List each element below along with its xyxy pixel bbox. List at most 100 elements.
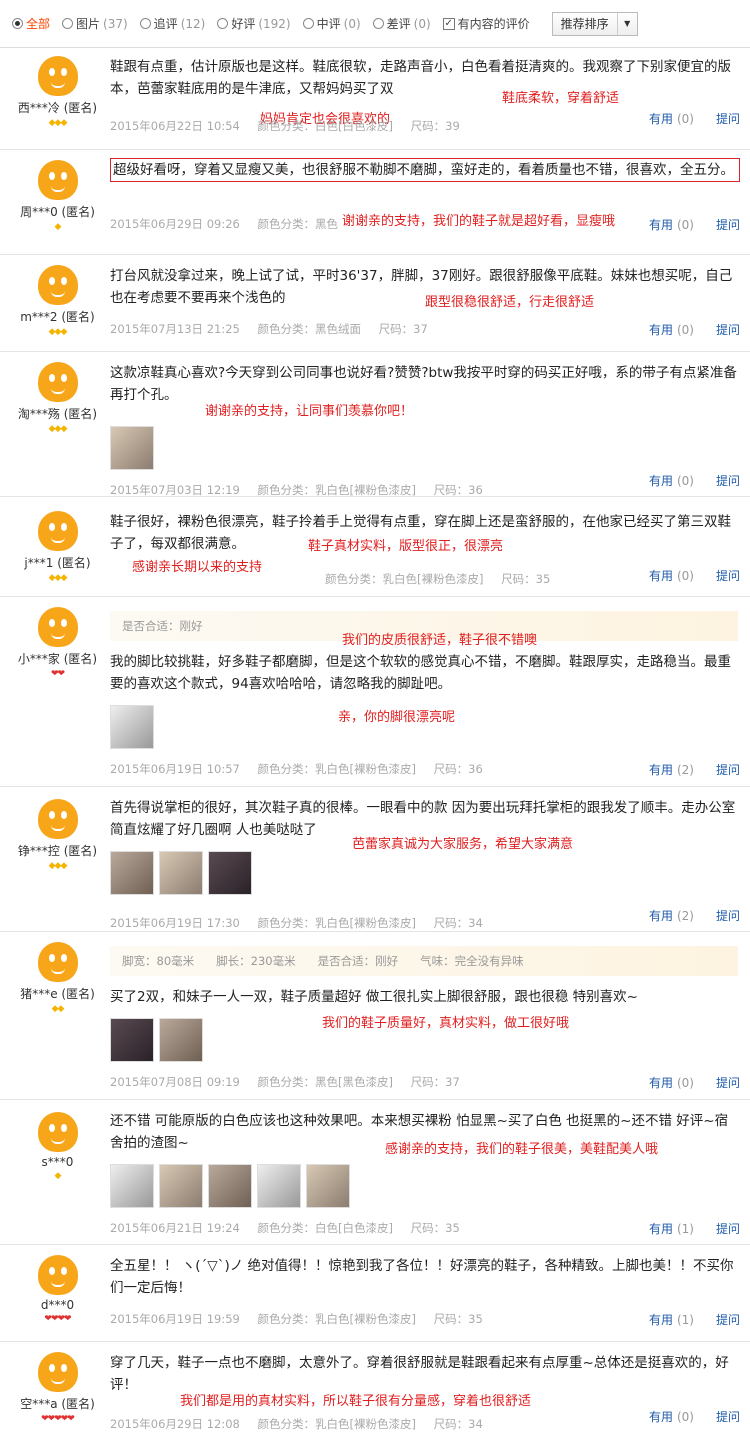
- review-photo[interactable]: [306, 1164, 350, 1208]
- filter-followup[interactable]: 追评 (12): [139, 15, 205, 32]
- review-item: 铮***控 (匿名) ◆◆◆ 首先得说掌柜的很好，其次鞋子真的很棒。一眼看中的款…: [0, 787, 750, 932]
- radio-icon[interactable]: [139, 18, 151, 29]
- useful-button[interactable]: 有用: [649, 474, 673, 488]
- useful-button[interactable]: 有用: [649, 763, 673, 777]
- ask-button[interactable]: 提问: [716, 323, 740, 337]
- avatar: [37, 56, 78, 96]
- ask-button[interactable]: 提问: [716, 909, 740, 923]
- useful-button[interactable]: 有用: [649, 909, 673, 923]
- seller-annotation: 我们的鞋子质量好，真材实料，做工很好哦: [322, 1016, 570, 1031]
- ask-button[interactable]: 提问: [716, 1410, 740, 1424]
- ask-button[interactable]: 提问: [716, 112, 740, 126]
- attr-foot-length: 脚长：230毫米: [216, 954, 296, 968]
- review-content: 鞋子很好，裸粉色很漂亮，鞋子拎着手上觉得有点重，穿在脚上还是蛮舒服的，在他家已经…: [110, 511, 740, 586]
- color-spec: 颜色分类：黑色[黑色漆皮]: [257, 1075, 393, 1089]
- size-spec: 尺码：39: [410, 119, 460, 133]
- review-meta: 2015年06月19日 19:59 颜色分类：乳白色[裸粉色漆皮] 尺码：35: [110, 1311, 497, 1327]
- reviewer: 周***0 (匿名) ◆: [0, 160, 115, 232]
- sort-dropdown[interactable]: 推荐排序 ▼: [551, 11, 638, 36]
- filter-all[interactable]: 全部: [12, 15, 50, 32]
- review-actions: 有用 (2) 提问: [649, 761, 740, 778]
- credit-badge-icon: ◆◆◆: [48, 573, 68, 583]
- review-photo[interactable]: [159, 1018, 203, 1062]
- review-photo[interactable]: [208, 1164, 252, 1208]
- seller-annotation: 鞋子真材实料，版型很正，很漂亮: [308, 539, 504, 554]
- seller-annotation: 芭蕾家真诚为大家服务，希望大家满意: [352, 837, 574, 852]
- review-actions: 有用 (0) 提问: [649, 216, 740, 233]
- review-actions: 有用 (0) 提问: [649, 1408, 740, 1425]
- attr-smell: 气味：完全没有异味: [420, 954, 524, 968]
- review-photos: [110, 851, 257, 895]
- ask-button[interactable]: 提问: [716, 763, 740, 777]
- credit-badge-icon: ◆◆◆: [48, 424, 68, 434]
- ask-button[interactable]: 提问: [716, 1222, 740, 1236]
- useful-button[interactable]: 有用: [649, 323, 673, 337]
- review-content: 穿了几天，鞋子一点也不磨脚，太意外了。穿着很舒服就是鞋跟看起来有点厚重~总体还是…: [110, 1352, 740, 1431]
- useful-button[interactable]: 有用: [649, 1410, 673, 1424]
- seller-annotation: 谢谢亲的支持，让同事们羡慕你吧！: [205, 404, 414, 419]
- credit-badge-icon: ◆◆◆: [48, 327, 68, 337]
- review-item: s***0 ◆ 还不错 可能原版的白色应该也这种效果吧。本来想买裸粉 怕显黑~买…: [0, 1100, 750, 1245]
- review-content: 鞋跟有点重，估计原版也是这样。鞋底很软，走路声音小，白色看着挺清爽的。我观察了下…: [110, 56, 740, 133]
- useful-button[interactable]: 有用: [649, 569, 673, 583]
- filter-negative[interactable]: 差评 (0): [372, 15, 431, 32]
- radio-icon[interactable]: [62, 18, 74, 29]
- filter-images[interactable]: 图片 (37): [62, 15, 128, 32]
- review-text: 买了2双，和妹子一人一双，鞋子质量超好 做工很扎实上脚很舒服，跟也很稳 特别喜欢…: [110, 989, 638, 1005]
- filter-with-content[interactable]: ✓ 有内容的评价: [442, 15, 530, 32]
- sort-label: 推荐排序: [560, 17, 609, 31]
- review-actions: 有用 (0) 提问: [649, 110, 740, 127]
- review-photo[interactable]: [110, 426, 154, 470]
- review-photo[interactable]: [110, 1018, 154, 1062]
- reviewer-name: 周***0 (匿名): [20, 205, 95, 219]
- credit-badge-icon: ❤❤: [50, 669, 65, 679]
- useful-button[interactable]: 有用: [649, 112, 673, 126]
- review-photo[interactable]: [208, 851, 252, 895]
- review-meta: 2015年06月21日 19:24 颜色分类：白色[白色漆皮] 尺码：35: [110, 1220, 474, 1236]
- color-spec: 颜色分类：乳白色[裸粉色漆皮]: [257, 1417, 416, 1431]
- credit-badge-icon: ◆◆: [51, 1004, 65, 1014]
- filter-positive[interactable]: 好评 (192): [217, 15, 291, 32]
- reviewer: 空***a (匿名) ❤❤❤❤❤: [0, 1352, 115, 1424]
- ask-button[interactable]: 提问: [716, 1076, 740, 1090]
- radio-icon[interactable]: [302, 18, 314, 29]
- useful-button[interactable]: 有用: [649, 1222, 673, 1236]
- chevron-down-icon: ▼: [616, 12, 637, 35]
- size-spec: 尺码：35: [501, 572, 551, 586]
- attr-fit: 是否合适：刚好: [122, 619, 203, 633]
- useful-button[interactable]: 有用: [649, 218, 673, 232]
- ask-button[interactable]: 提问: [716, 569, 740, 583]
- radio-icon[interactable]: [12, 18, 23, 29]
- useful-count: (1): [676, 1313, 694, 1327]
- reviewer: 铮***控 (匿名) ◆◆◆: [0, 799, 115, 871]
- checkbox-icon[interactable]: ✓: [442, 17, 455, 30]
- review-actions: 有用 (0) 提问: [649, 567, 740, 584]
- review-photo[interactable]: [159, 851, 203, 895]
- reviewer-name: 铮***控 (匿名): [17, 844, 98, 858]
- review-photo[interactable]: [159, 1164, 203, 1208]
- filter-neutral[interactable]: 中评 (0): [302, 15, 361, 32]
- useful-button[interactable]: 有用: [649, 1313, 673, 1327]
- reviewer-name: s***0: [41, 1155, 74, 1169]
- review-photo[interactable]: [257, 1164, 301, 1208]
- review-actions: 有用 (0) 提问: [649, 1074, 740, 1091]
- review-date: 2015年06月19日 17:30: [110, 916, 240, 930]
- filter-count: (37): [103, 16, 128, 31]
- seller-annotation: 感谢亲的支持，我们的鞋子很美，美鞋配美人哦: [385, 1142, 659, 1157]
- reviewer-name: 淘***殇 (匿名): [17, 407, 98, 421]
- useful-button[interactable]: 有用: [649, 1076, 673, 1090]
- reviewer-name: j***1 (匿名): [24, 556, 91, 570]
- review-text: 全五星！！ ヽ(´▽`)ノ 绝对值得！！惊艳到我了各位！！好漂亮的鞋子，各种精致…: [110, 1258, 734, 1296]
- review-photo[interactable]: [110, 705, 154, 749]
- ask-button[interactable]: 提问: [716, 1313, 740, 1327]
- radio-icon[interactable]: [372, 18, 384, 29]
- review-photo[interactable]: [110, 1164, 154, 1208]
- review-actions: 有用 (1) 提问: [649, 1311, 740, 1328]
- useful-count: (2): [676, 763, 694, 777]
- radio-icon[interactable]: [217, 18, 229, 29]
- review-photo[interactable]: [110, 851, 154, 895]
- ask-button[interactable]: 提问: [716, 474, 740, 488]
- ask-button[interactable]: 提问: [716, 218, 740, 232]
- color-spec: 颜色分类：白色[白色漆皮]: [257, 1221, 393, 1235]
- review-item: 西***冷 (匿名) ◆◆◆ 鞋跟有点重，估计原版也是这样。鞋底很软，走路声音小…: [0, 48, 750, 150]
